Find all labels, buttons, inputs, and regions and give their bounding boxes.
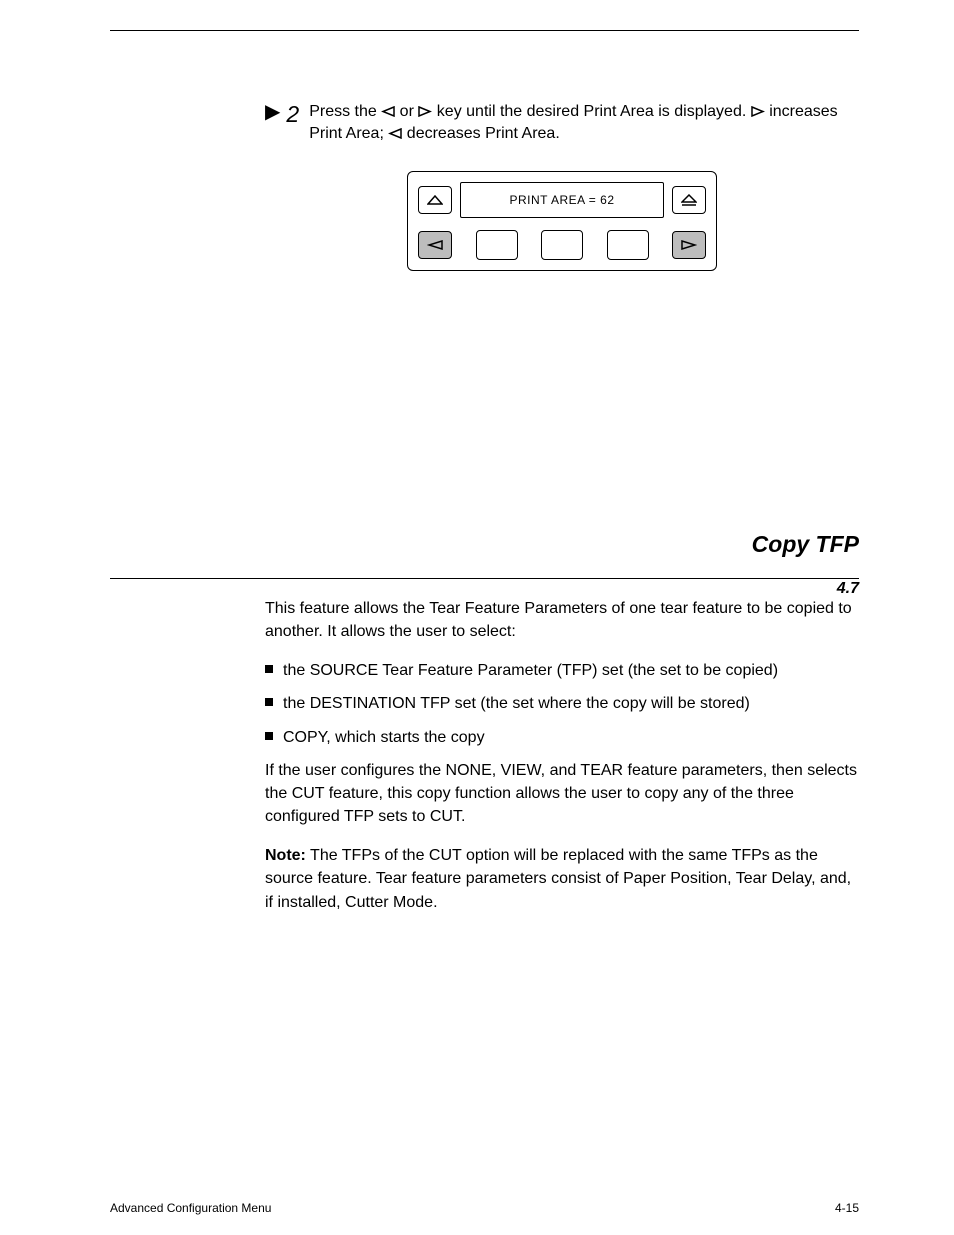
step-2: ▶ 2 Press the or key until the desired P… — [265, 101, 859, 146]
section-title: Copy TFP — [110, 531, 859, 558]
right-triangle-icon — [681, 240, 697, 250]
footer-right: 4-15 — [835, 1201, 859, 1215]
note-text: The TFPs of the CUT option will be repla… — [265, 847, 851, 910]
bullet-square-icon — [265, 732, 273, 740]
page-footer: Advanced Configuration Menu 4-15 — [110, 1201, 859, 1215]
step-text-or: or — [400, 103, 419, 120]
panel-display: PRINT AREA = 62 — [460, 182, 664, 218]
bullet-3-text: COPY, which starts the copy — [283, 726, 485, 749]
step-text: Press the or key until the desired Print… — [309, 101, 859, 146]
step-number: 2 — [286, 101, 299, 146]
panel-prev-button[interactable] — [418, 231, 452, 259]
up-triangle-icon — [427, 195, 443, 205]
bullet-square-icon — [265, 698, 273, 706]
section-intro: This feature allows the Tear Feature Par… — [265, 597, 859, 643]
note: Note: The TFPs of the CUT option will be… — [265, 844, 859, 914]
step-text-2: key until the desired Print Area is disp… — [437, 103, 751, 120]
bullet-1: the SOURCE Tear Feature Parameter (TFP) … — [265, 659, 859, 682]
panel-blank-1[interactable] — [476, 230, 518, 260]
prev-key-icon — [381, 106, 395, 117]
section-number: 4.7 — [837, 580, 859, 598]
bullet-1-text: the SOURCE Tear Feature Parameter (TFP) … — [283, 659, 778, 682]
increase-key-icon — [751, 106, 765, 117]
eject-icon — [681, 194, 697, 206]
section-example: If the user configures the NONE, VIEW, a… — [265, 759, 859, 829]
top-rule — [110, 30, 859, 31]
decrease-key-icon — [388, 128, 402, 139]
footer-left: Advanced Configuration Menu — [110, 1201, 271, 1215]
bullet-2-text: the DESTINATION TFP set (the set where t… — [283, 692, 750, 715]
step-text-1: Press the — [309, 103, 381, 120]
panel-up-button[interactable] — [418, 186, 452, 214]
step-text-dec: decreases Print Area. — [407, 125, 560, 142]
panel-next-button[interactable] — [672, 231, 706, 259]
control-panel-diagram: PRINT AREA = 62 — [407, 171, 717, 271]
panel-eject-button[interactable] — [672, 186, 706, 214]
panel-blank-2[interactable] — [541, 230, 583, 260]
section-rule: 4.7 — [110, 578, 859, 579]
step-marker-triangle: ▶ — [265, 99, 280, 144]
left-triangle-icon — [427, 240, 443, 250]
panel-blank-3[interactable] — [607, 230, 649, 260]
panel-display-text: PRINT AREA = 62 — [510, 193, 615, 207]
next-key-icon — [418, 106, 432, 117]
bullet-2: the DESTINATION TFP set (the set where t… — [265, 692, 859, 715]
note-label: Note: — [265, 847, 306, 864]
bullet-3: COPY, which starts the copy — [265, 726, 859, 749]
bullet-square-icon — [265, 665, 273, 673]
